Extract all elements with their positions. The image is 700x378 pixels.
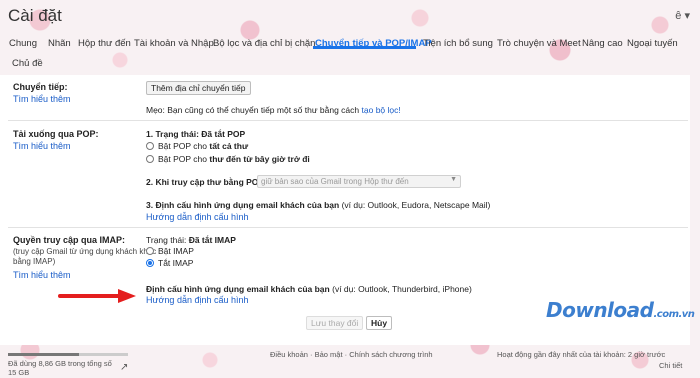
download-watermark-logo: Download.com.vn (546, 298, 695, 322)
watermark-domain: .com.vn (653, 309, 695, 320)
imap-disable-radio[interactable] (146, 259, 154, 267)
pop-configure-link[interactable]: Hướng dẫn định cấu hình (146, 212, 249, 222)
privacy-link[interactable]: Bảo mật (315, 350, 343, 359)
pop-all-mail-radio[interactable] (146, 142, 154, 150)
open-in-new-icon[interactable]: ↗ (120, 362, 128, 373)
storage-usage-total: 15 GB (8, 368, 30, 377)
row-divider (8, 120, 688, 121)
pop-from-now-radio[interactable] (146, 155, 154, 163)
imap-enable-radio[interactable] (146, 247, 154, 255)
pop-label: Tải xuống qua POP: (13, 129, 99, 139)
imap-learn-more-link[interactable]: Tìm hiểu thêm (13, 270, 71, 280)
imap-status-value: Đã tắt IMAP (188, 235, 236, 245)
tab-themes[interactable]: Chủ đề (12, 58, 43, 69)
tab-advanced[interactable]: Nâng cao (582, 38, 623, 49)
pop-all-mail-bold: tất cả thư (209, 141, 249, 151)
pop-from-now-bold: thư đến từ bây giờ trở đi (209, 154, 310, 164)
tab-labels[interactable]: Nhãn (48, 38, 71, 49)
imap-subtext-line1: (truy cập Gmail từ ứng dụng khách khác (13, 247, 157, 256)
storage-usage-fill (8, 353, 79, 356)
terms-link[interactable]: Điều khoản (270, 350, 308, 359)
last-activity-text: Hoạt động gần đây nhất của tài khoản: 2 … (497, 350, 666, 359)
activity-details-link[interactable]: Chi tiết (659, 361, 682, 370)
pop-learn-more-link[interactable]: Tìm hiểu thêm (13, 141, 71, 151)
imap-configure-hint: (ví dụ: Outlook, Thunderbird, iPhone) (332, 284, 472, 294)
imap-disable-label[interactable]: Tắt IMAP (158, 258, 193, 268)
pop-when-accessed-label: 2. Khi truy cập thư bằng POP (146, 177, 265, 187)
storage-usage-bar (8, 353, 128, 356)
pop-when-accessed-select[interactable]: giữ bản sao của Gmail trong Hộp thư đến … (257, 175, 461, 188)
pop-all-mail-prefix: Bật POP cho (158, 141, 207, 151)
page-title: Cài đặt (8, 6, 62, 25)
tab-filters[interactable]: Bộ lọc và địa chỉ bị chặn (213, 38, 315, 49)
settings-tabs: Chung Nhãn Hộp thư đến Tài khoản và Nhập… (0, 30, 700, 74)
create-filter-link[interactable]: tạo bộ lọc! (362, 105, 401, 115)
imap-enable-label[interactable]: Bật IMAP (158, 246, 194, 256)
pop-configure-hint: (ví dụ: Outlook, Eudora, Netscape Mail) (341, 200, 491, 210)
pop-status: 1. Trạng thái: Đã tắt POP (146, 129, 245, 139)
storage-usage-text: Đã dùng 8,86 GB trong tổng số (8, 359, 112, 368)
pop-status-value: Đã tắt POP (201, 129, 246, 139)
tab-general[interactable]: Chung (9, 38, 37, 49)
red-arrow-annotation (58, 289, 136, 303)
pop-status-prefix: 1. Trạng thái: (146, 129, 199, 139)
footer-links: Điều khoản · Bảo mật · Chính sách chương… (270, 350, 433, 359)
forwarding-label: Chuyển tiếp: (13, 82, 68, 92)
tab-offline[interactable]: Ngoại tuyến (627, 38, 678, 49)
watermark-brand: Download (546, 298, 654, 322)
tab-chat-meet[interactable]: Trò chuyện và Meet (497, 38, 581, 49)
chevron-down-icon: ▼ (450, 176, 457, 183)
forwarding-tip: Mẹo: Bạn cũng có thể chuyển tiếp một số … (146, 105, 401, 115)
imap-configure-label: Định cấu hình ứng dụng email khách của b… (146, 284, 330, 294)
row-divider (8, 227, 688, 228)
imap-label: Quyền truy cập qua IMAP: (13, 235, 126, 245)
imap-status: Trạng thái: Đã tắt IMAP (146, 235, 236, 245)
save-changes-button[interactable]: Lưu thay đổi (306, 316, 364, 330)
imap-status-prefix: Trạng thái: (146, 235, 187, 245)
pop-from-now-option[interactable]: Bật POP cho thư đến từ bây giờ trở đi (158, 154, 310, 164)
cancel-button[interactable]: Hủy (366, 316, 393, 330)
tab-addons[interactable]: Tiện ích bổ sung (423, 38, 493, 49)
tab-accounts[interactable]: Tài khoản và Nhập (134, 38, 214, 49)
program-policies-link[interactable]: Chính sách chương trình (349, 350, 432, 359)
pop-when-accessed-value: giữ bản sao của Gmail trong Hộp thư đến (261, 177, 409, 186)
forwarding-learn-more-link[interactable]: Tìm hiểu thêm (13, 94, 71, 104)
input-tools-icon[interactable]: ê ▾ (675, 9, 690, 22)
pop-configure: 3. Định cấu hình ứng dụng email khách củ… (146, 200, 490, 210)
header: Cài đặt ê ▾ (0, 0, 700, 30)
imap-configure: Định cấu hình ứng dụng email khách của b… (146, 284, 472, 294)
imap-subtext-line2: bằng IMAP) (13, 257, 56, 266)
tab-inbox[interactable]: Hộp thư đến (78, 38, 131, 49)
active-tab-indicator (313, 46, 416, 49)
imap-configure-link[interactable]: Hướng dẫn định cấu hình (146, 295, 249, 305)
pop-all-mail-option[interactable]: Bật POP cho tất cả thư (158, 141, 248, 151)
pop-configure-label: 3. Định cấu hình ứng dụng email khách củ… (146, 200, 340, 210)
pop-from-now-prefix: Bật POP cho (158, 154, 207, 164)
add-forwarding-address-button[interactable]: Thêm địa chỉ chuyển tiếp (146, 81, 251, 95)
forwarding-tip-text: Mẹo: Bạn cũng có thể chuyển tiếp một số … (146, 105, 360, 115)
